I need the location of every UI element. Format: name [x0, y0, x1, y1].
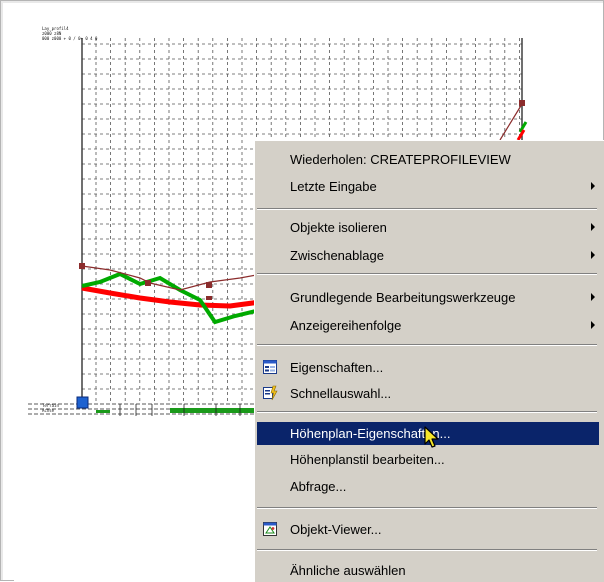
- menu-item-label: Höhenplanstil bearbeiten...: [290, 452, 445, 467]
- object-viewer-icon: [262, 521, 278, 537]
- menu-item-label: Grundlegende Bearbeitungswerkzeuge: [290, 290, 516, 305]
- submenu-arrow-icon: [591, 321, 595, 329]
- menu-separator: [257, 549, 597, 551]
- band-label: Achse: [42, 408, 55, 413]
- menu-item-label: Zwischenablage: [290, 248, 384, 263]
- properties-icon: [262, 359, 278, 375]
- arrow-cursor-icon: [424, 426, 442, 455]
- menu-item-quick-select[interactable]: Schnellauswahl...: [255, 382, 599, 405]
- menu-separator: [257, 344, 597, 346]
- profile-title-block: Lay_profil4 z000 z8N 000 z000 + 0 / 0+ 0 4…: [42, 26, 97, 41]
- menu-item-repeat-createprofileview[interactable]: Wiederholen: CREATEPROFILEVIEW: [255, 148, 599, 171]
- context-menu: Wiederholen: CREATEPROFILEVIEW Letzte Ei…: [254, 140, 604, 582]
- band-green-bar-left: [96, 410, 110, 413]
- menu-separator: [257, 507, 597, 509]
- menu-separator: [257, 411, 597, 413]
- menu-item-label: Objekt-Viewer...: [290, 522, 382, 537]
- title-line: 000 z000 + 0 / 0+ 0 4 0: [42, 36, 98, 41]
- menu-item-query[interactable]: Abfrage...: [255, 475, 599, 498]
- menu-item-label: Anzeigereihenfolge: [290, 318, 402, 333]
- menu-separator: [257, 208, 597, 210]
- menu-item-label: Eigenschaften...: [290, 360, 384, 375]
- blue-grip: [76, 396, 89, 409]
- menu-item-properties[interactable]: Eigenschaften...: [255, 356, 599, 379]
- menu-item-label: Schnellauswahl...: [290, 386, 392, 401]
- menu-item-draw-order[interactable]: Anzeigereihenfolge: [255, 314, 599, 337]
- menu-item-object-viewer[interactable]: Objekt-Viewer...: [255, 518, 599, 541]
- axis-line-right: [499, 103, 523, 141]
- submenu-arrow-icon: [591, 293, 595, 301]
- menu-item-label: Abfrage...: [290, 479, 347, 494]
- submenu-arrow-icon: [591, 251, 595, 259]
- submenu-arrow-icon: [591, 182, 595, 190]
- quick-select-icon: [262, 385, 278, 401]
- menu-item-last-input[interactable]: Letzte Eingabe: [255, 175, 599, 198]
- menu-item-label: Letzte Eingabe: [290, 179, 377, 194]
- menu-item-clipboard[interactable]: Zwischenablage: [255, 244, 599, 267]
- menu-separator: [257, 273, 597, 275]
- menu-item-label: Wiederholen: CREATEPROFILEVIEW: [290, 152, 511, 167]
- menu-item-label: Objekte isolieren: [290, 220, 387, 235]
- terrain-line: [81, 285, 261, 309]
- menu-item-basic-editing-tools[interactable]: Grundlegende Bearbeitungswerkzeuge: [255, 286, 599, 309]
- menu-item-label: Ähnliche auswählen: [290, 563, 406, 578]
- menu-item-select-similar[interactable]: Ähnliche auswählen: [255, 559, 599, 582]
- menu-item-isolate-objects[interactable]: Objekte isolieren: [255, 216, 599, 239]
- submenu-arrow-icon: [591, 223, 595, 231]
- profile-line: [81, 271, 261, 325]
